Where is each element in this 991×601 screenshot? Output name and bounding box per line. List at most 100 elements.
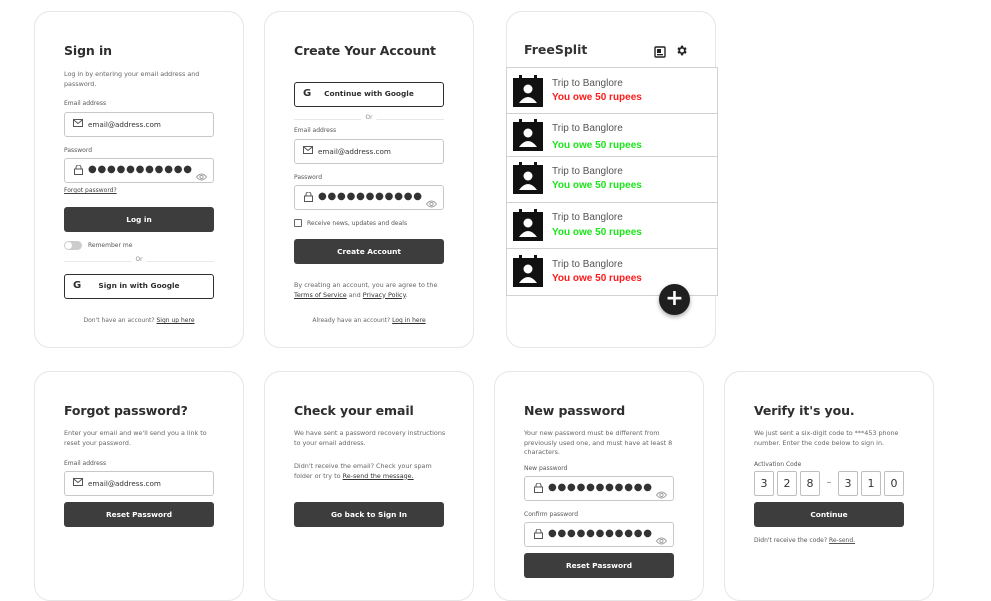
continue-button[interactable]: Continue <box>754 502 904 527</box>
page-title: Create Your Account <box>294 43 436 58</box>
description: Enter your email and we'll send you a li… <box>64 429 207 447</box>
description: Log in by entering your email address an… <box>64 70 200 88</box>
back-to-signin-button[interactable]: Go back to Sign In <box>294 502 444 527</box>
password-value: ●●●●●●●●●●● <box>88 164 193 175</box>
eye-icon[interactable] <box>425 193 438 208</box>
lock-icon <box>533 528 543 539</box>
group-name: Trip to Banglore <box>552 78 623 89</box>
eye-icon[interactable] <box>655 484 668 499</box>
remember-label: Remember me <box>88 242 133 249</box>
resend-link[interactable]: Re-send the message. <box>343 472 414 480</box>
google-signin-button[interactable]: G Sign in with Google <box>64 274 214 299</box>
google-g-icon: G <box>73 280 82 291</box>
terms-link[interactable]: Terms of Service <box>294 291 347 299</box>
google-continue-button[interactable]: G Continue with Google <box>294 82 444 107</box>
list-item[interactable]: Trip to Banglore You owe 50 rupees <box>506 67 718 114</box>
calendar-person-icon <box>513 162 543 194</box>
group-name: Trip to Banglore <box>552 123 623 134</box>
description: We just sent a six-digit code to ***453 … <box>754 429 899 447</box>
calendar-person-icon <box>513 255 543 287</box>
lock-icon <box>533 482 543 493</box>
new-password-card: New password Your new password must be d… <box>494 371 704 601</box>
group-name: Trip to Banglore <box>552 212 623 223</box>
password-field[interactable]: ●●●●●●●●●●● <box>294 185 444 210</box>
check-email-card: Check your email We have sent a password… <box>264 371 474 601</box>
list-item[interactable]: Trip to Banglore You owe 50 rupees <box>506 113 718 157</box>
confirm-password-value: ●●●●●●●●●●● <box>548 528 653 539</box>
page-title: Sign in <box>64 43 112 58</box>
login-button[interactable]: Log in <box>64 207 214 232</box>
signin-card: Sign in Log in by entering your email ad… <box>34 11 244 348</box>
create-account-card: Create Your Account G Continue with Goog… <box>264 11 474 348</box>
create-account-button[interactable]: Create Account <box>294 239 444 264</box>
news-label: Receive news, updates and deals <box>307 220 408 227</box>
group-name: Trip to Banglore <box>552 259 623 270</box>
google-g-icon: G <box>303 88 312 99</box>
code-digit[interactable]: 2 <box>777 471 797 496</box>
code-digit[interactable]: 1 <box>861 471 881 496</box>
or-divider: Or <box>64 257 214 263</box>
balance-text: You owe 50 rupees <box>552 273 642 284</box>
confirm-password-label: Confirm password <box>524 511 579 518</box>
email-value: email@address.com <box>88 120 161 129</box>
eye-icon[interactable] <box>655 530 668 545</box>
reset-password-button[interactable]: Reset Password <box>64 502 214 527</box>
resend-code-link[interactable]: Re-send. <box>829 537 855 544</box>
envelope-icon <box>303 146 313 156</box>
forgot-password-card: Forgot password? Enter your email and we… <box>34 371 244 601</box>
login-footer: Already have an account? Log in here <box>312 317 426 324</box>
list-item[interactable]: Trip to Banglore You owe 50 rupees <box>506 202 718 249</box>
gear-icon[interactable] <box>675 42 688 56</box>
confirm-password-field[interactable]: ●●●●●●●●●●● <box>524 522 674 547</box>
password-label: Password <box>64 147 93 154</box>
password-field[interactable]: ●●●●●●●●●●● <box>64 158 214 183</box>
lock-icon <box>73 164 83 175</box>
description: Your new password must be different from… <box>524 429 673 457</box>
list-item[interactable]: Trip to Banglore You owe 50 rupees <box>506 156 718 203</box>
google-signin-label: Sign in with Google <box>98 281 180 290</box>
email-label: Email address <box>64 460 107 467</box>
resend-text: Didn't receive the email? Check your spa… <box>294 462 432 480</box>
google-continue-label: Continue with Google <box>324 89 414 98</box>
code-digit[interactable]: 8 <box>800 471 820 496</box>
email-field[interactable]: email@address.com <box>64 471 214 496</box>
eye-icon[interactable] <box>195 166 208 181</box>
balance-text: You owe 50 rupees <box>552 140 642 151</box>
email-label: Email address <box>294 127 337 134</box>
add-group-button[interactable]: + <box>659 284 690 315</box>
code-inputs: 3 2 8 – 3 1 0 <box>754 471 904 496</box>
email-field[interactable]: email@address.com <box>64 112 214 137</box>
balance-text: You owe 50 rupees <box>552 92 642 103</box>
freesplit-card: FreeSplit Trip to Banglore You owe 50 ru… <box>506 11 718 348</box>
email-field[interactable]: email@address.com <box>294 139 444 164</box>
calendar-person-icon <box>513 209 543 241</box>
app-title: FreeSplit <box>524 42 588 57</box>
news-checkbox[interactable] <box>294 219 302 227</box>
login-link[interactable]: Log in here <box>392 317 426 324</box>
remember-toggle[interactable] <box>64 241 82 250</box>
new-password-field[interactable]: ●●●●●●●●●●● <box>524 476 674 501</box>
code-digit[interactable]: 3 <box>838 471 858 496</box>
page-title: Forgot password? <box>64 403 188 418</box>
email-value: email@address.com <box>318 147 391 156</box>
code-digit[interactable]: 3 <box>754 471 774 496</box>
group-name: Trip to Banglore <box>552 166 623 177</box>
envelope-icon <box>73 119 83 129</box>
page-title: Verify it's you. <box>754 403 855 418</box>
email-label: Email address <box>64 100 107 107</box>
new-password-label: New password <box>524 465 568 472</box>
privacy-link[interactable]: Privacy Policy <box>363 291 406 299</box>
verify-card: Verify it's you. We just sent a six-digi… <box>724 371 934 601</box>
email-value: email@address.com <box>88 479 161 488</box>
password-value: ●●●●●●●●●●● <box>318 191 423 202</box>
code-digit[interactable]: 0 <box>884 471 904 496</box>
forgot-password-link[interactable]: Forgot password? <box>64 187 117 194</box>
signup-link[interactable]: Sign up here <box>156 317 194 324</box>
terms-text: By creating an account, you are agree to… <box>294 281 438 299</box>
lock-icon <box>303 191 313 202</box>
book-icon[interactable] <box>654 43 666 58</box>
resend-code-text: Didn't receive the code? Re-send. <box>754 537 856 544</box>
balance-text: You owe 50 rupees <box>552 180 642 191</box>
reset-password-button[interactable]: Reset Password <box>524 553 674 578</box>
envelope-icon <box>73 478 83 488</box>
